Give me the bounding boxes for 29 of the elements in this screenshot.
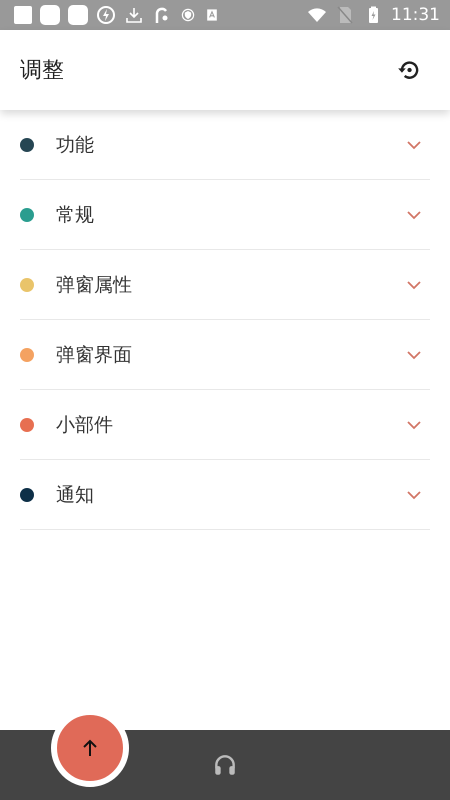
section-label: 弹窗属性 [56, 272, 133, 298]
chevron-icon [406, 350, 422, 360]
download-icon [124, 5, 144, 25]
clock-time: 11:31 [391, 5, 440, 25]
headphones-icon[interactable] [212, 752, 238, 778]
bolt-icon [96, 5, 116, 25]
section-label: 功能 [56, 132, 95, 158]
chevron-icon [406, 140, 422, 150]
settings-section[interactable]: 弹窗属性 [20, 250, 430, 320]
section-label: 常规 [56, 202, 95, 228]
section-label: 小部件 [56, 412, 114, 438]
document-icon [204, 7, 220, 23]
notification-icon [68, 5, 88, 25]
chevron-icon [406, 420, 422, 430]
section-label: 通知 [56, 482, 95, 508]
settings-section[interactable]: 功能 [20, 110, 430, 180]
chevron-icon [406, 280, 422, 290]
no-sim-icon [335, 5, 355, 25]
settings-section[interactable]: 通知 [20, 460, 430, 530]
chevron-icon [406, 490, 422, 500]
settings-section[interactable]: 常规 [20, 180, 430, 250]
chevron-icon [406, 210, 422, 220]
shield-icon [180, 7, 196, 23]
settings-section[interactable]: 弹窗界面 [20, 320, 430, 390]
settings-section[interactable]: 小部件 [20, 390, 430, 460]
page-title: 调整 [20, 57, 64, 85]
notification-icon [40, 5, 60, 25]
notification-icon [14, 6, 32, 24]
section-label: 弹窗界面 [56, 342, 133, 368]
